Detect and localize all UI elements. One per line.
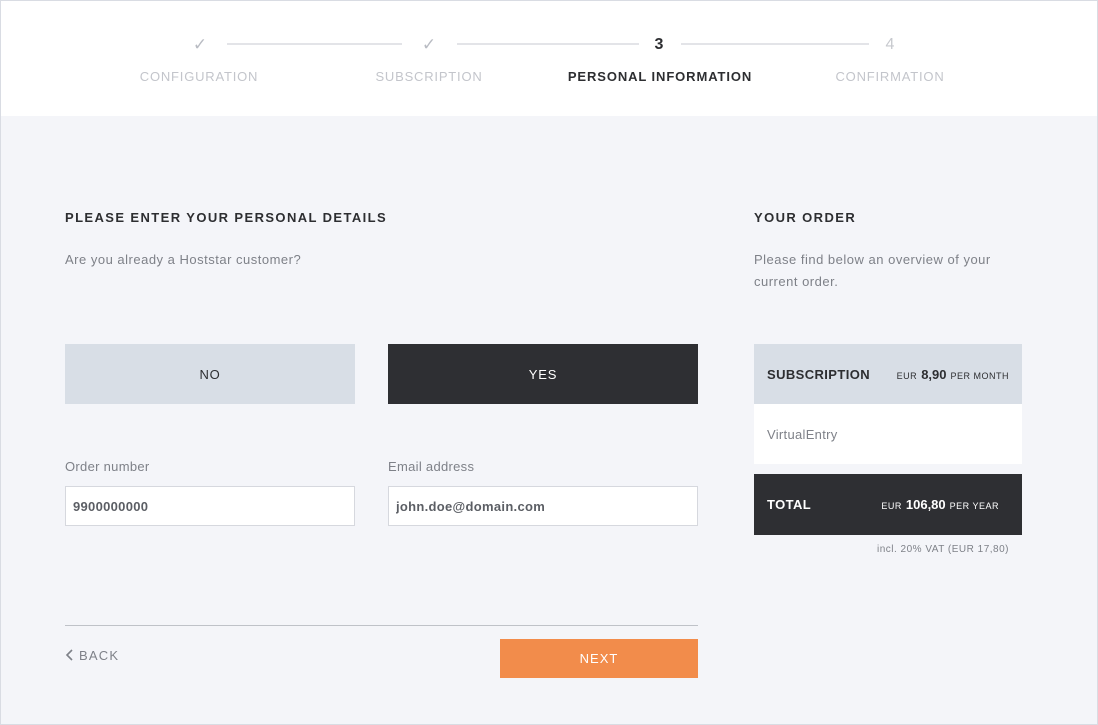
total-price: EUR 106,80 PER YEAR: [881, 497, 999, 512]
next-button[interactable]: NEXT: [500, 639, 698, 678]
subscription-currency: EUR: [896, 370, 918, 381]
step-4-number: 4: [885, 36, 895, 53]
total-row: TOTAL EUR 106,80 PER YEAR: [754, 474, 1022, 535]
form-divider: [65, 625, 698, 626]
email-input[interactable]: [388, 486, 698, 526]
total-period: PER YEAR: [949, 501, 999, 511]
step-label-subscription[interactable]: SUBSCRIPTION: [309, 69, 549, 84]
your-order-title: YOUR ORDER: [754, 210, 857, 225]
subscription-period: PER MONTH: [950, 370, 1009, 381]
back-label: BACK: [79, 647, 120, 663]
subscription-row: SUBSCRIPTION EUR 8,90 PER MONTH: [754, 344, 1022, 404]
step-label-personal-information: PERSONAL INFORMATION: [567, 69, 753, 84]
subscription-label: SUBSCRIPTION: [767, 366, 871, 382]
existing-customer-button[interactable]: YES: [388, 344, 698, 404]
order-item-name: VirtualEntry: [767, 426, 838, 442]
step-1-check-icon: ✓: [192, 35, 208, 54]
total-amount: 106,80: [905, 497, 946, 512]
step-label-configuration[interactable]: CONFIGURATION: [79, 69, 319, 84]
order-number-input[interactable]: [65, 486, 355, 526]
step-label-confirmation: CONFIRMATION: [835, 69, 945, 84]
step-connector: [681, 43, 869, 45]
order-item-row: VirtualEntry: [754, 404, 1022, 464]
subscription-price: EUR 8,90 PER MONTH: [897, 367, 1009, 382]
total-currency: EUR: [881, 501, 902, 511]
step-connector: [457, 43, 639, 45]
step-3-number: 3: [654, 36, 664, 53]
step-connector: [227, 43, 402, 45]
customer-question: Are you already a Hoststar customer?: [65, 252, 302, 267]
step-2-check-icon: ✓: [421, 35, 437, 54]
not-customer-button[interactable]: NO: [65, 344, 355, 404]
back-button[interactable]: BACK: [65, 645, 119, 665]
progress-stepper: ✓ ✓ 3 4 CONFIGURATION SUBSCRIPTION PERSO…: [1, 1, 1097, 116]
personal-details-title: PLEASE ENTER YOUR PERSONAL DETAILS: [65, 210, 388, 225]
order-number-label: Order number: [65, 459, 150, 474]
email-label: Email address: [388, 459, 475, 474]
total-label: TOTAL: [767, 497, 812, 512]
subscription-amount: 8,90: [921, 366, 947, 382]
chevron-left-icon: [65, 649, 73, 661]
order-description: Please find below an overview of your cu…: [754, 252, 991, 289]
vat-note: incl. 20% VAT (EUR 17,80): [877, 544, 1009, 555]
